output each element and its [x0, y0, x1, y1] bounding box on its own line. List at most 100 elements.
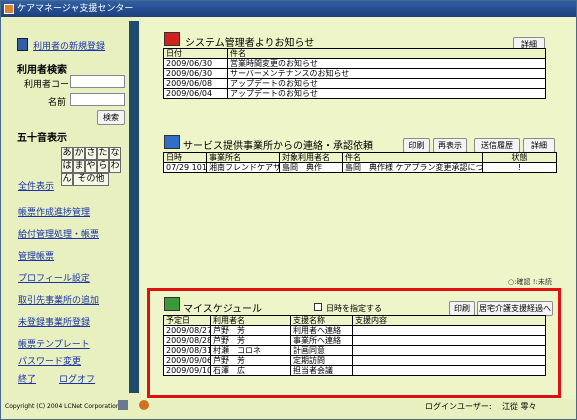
schedule-user: 石澤 広: [210, 365, 291, 376]
name-input[interactable]: [70, 93, 125, 106]
notice-date: 2009/06/30: [163, 68, 228, 79]
kana-button-na[interactable]: な: [109, 147, 121, 160]
schedule-user: 芦野 芳: [210, 325, 291, 336]
column-header: 支援名称: [290, 315, 353, 326]
user-code-input[interactable]: [70, 75, 125, 88]
kana-button-ya[interactable]: や: [85, 160, 97, 173]
register-user-link[interactable]: 利用者の新規登録: [33, 39, 105, 52]
schedule-date: 2009/08/27: [163, 325, 211, 336]
kana-button-sa[interactable]: さ: [85, 147, 97, 160]
clock-icon: [164, 297, 180, 311]
name-label: 名前: [48, 98, 67, 108]
column-header: 日付: [163, 48, 228, 59]
menu-unregistered-office-link[interactable]: 未登録事業所登録: [18, 315, 90, 328]
table-header-row: 日付 件名: [163, 48, 546, 59]
schedule-user: 芦野 芳: [210, 335, 291, 346]
kana-button-ha[interactable]: は: [61, 160, 73, 173]
kana-button-ma[interactable]: ま: [73, 160, 85, 173]
schedule-content: [352, 345, 546, 356]
schedule-date: 2009/09/06: [163, 355, 211, 366]
window-title: ケアマネージャ支援センター: [17, 4, 134, 14]
end-link[interactable]: 終了: [18, 372, 36, 385]
table-row[interactable]: 2009/06/30 サーバーメンテナンスのお知らせ: [163, 68, 546, 79]
kana-button-wa[interactable]: わ: [109, 160, 121, 173]
table-row[interactable]: 2009/09/10 石澤 広 担当者会議: [163, 365, 546, 376]
copyright-text: Copyright (C) 2004 LCNet Corporation: [5, 403, 120, 410]
user-search-heading: 利用者検索: [17, 65, 67, 76]
care-progress-button[interactable]: 居宅介護支援経過へ: [477, 301, 553, 316]
app-window: ケアマネージャ支援センター 利用者の新規登録 利用者検索 利用者コード 名前 検…: [0, 0, 577, 420]
schedule-user: 芦野 芳: [210, 355, 291, 366]
kana-button-a[interactable]: あ: [61, 147, 73, 160]
contacts-detail-button[interactable]: 詳細: [523, 138, 555, 153]
table-header-row: 予定日 利用者名 支援名称 支援内容: [163, 315, 546, 326]
kana-button-n[interactable]: ん: [61, 173, 73, 186]
schedule-print-button[interactable]: 印刷: [449, 301, 475, 316]
kana-button-ra[interactable]: ら: [97, 160, 109, 173]
menu-billing-link[interactable]: 給付管理処理・帳票: [18, 227, 99, 240]
schedule-date: 2009/08/28: [163, 335, 211, 346]
show-all-link[interactable]: 全件表示: [18, 179, 54, 192]
contacts-table: 日時 事業所名 対象利用者名 件名 状態 07/29 1019 湘南フレンドケア…: [163, 152, 557, 173]
notice-date: 2009/06/08: [163, 78, 228, 89]
schedule-support: 担当者会議: [290, 365, 353, 376]
schedule-title: マイスケジュール: [183, 304, 262, 315]
table-row[interactable]: 2009/06/30 営業時間変更のお知らせ: [163, 58, 546, 69]
table-row[interactable]: 2009/08/28 芦野 芳 事業所へ連絡: [163, 335, 546, 346]
kana-heading: 五十音表示: [17, 133, 67, 144]
table-row[interactable]: 2009/09/06 芦野 芳 定期訪問: [163, 355, 546, 366]
search-button[interactable]: 検索: [97, 110, 125, 125]
menu-template-link[interactable]: 帳票テンプレート: [18, 337, 90, 350]
notice-subject: 営業時間変更のお知らせ: [227, 58, 546, 69]
schedule-support: 定期訪問: [290, 355, 353, 366]
notice-date: 2009/06/04: [163, 88, 228, 99]
contacts-refresh-button[interactable]: 再表示: [433, 138, 467, 153]
contact-office: 湘南フレンドケアサ: [206, 162, 280, 173]
column-header: 支援内容: [352, 315, 546, 326]
schedule-content: [352, 335, 546, 346]
notice-icon: [164, 32, 180, 46]
table-row[interactable]: 2009/08/27 芦野 芳 利用者へ連絡: [163, 325, 546, 336]
column-header: 事業所名: [206, 152, 280, 163]
status-icon: [139, 400, 149, 410]
table-row[interactable]: 2009/06/04 アップデートのお知らせ: [163, 88, 546, 99]
table-row[interactable]: 07/29 1019 湘南フレンドケアサ 島岡 典作 島岡 典作様 ケアプラン変…: [163, 162, 557, 173]
date-specify-checkbox[interactable]: [314, 303, 322, 311]
column-header: 予定日: [163, 315, 211, 326]
notice-subject: アップデートのお知らせ: [227, 78, 546, 89]
table-row[interactable]: 2009/06/08 アップデートのお知らせ: [163, 78, 546, 89]
menu-profile-link[interactable]: プロフィール設定: [18, 271, 90, 284]
contact-user: 島岡 典作: [279, 162, 343, 173]
menu-password-link[interactable]: パスワード変更: [18, 354, 81, 367]
status-legend: ○:確認 !:未読: [508, 278, 552, 286]
notices-table: 日付 件名 2009/06/30 営業時間変更のお知らせ 2009/06/30 …: [163, 48, 546, 99]
sidebar-divider: [129, 21, 139, 393]
notice-subject: アップデートのお知らせ: [227, 88, 546, 99]
contact-icon: [164, 135, 180, 149]
app-icon: [4, 4, 14, 14]
contacts-print-button[interactable]: 印刷: [403, 138, 430, 153]
table-header-row: 日時 事業所名 対象利用者名 件名 状態: [163, 152, 557, 163]
contact-subject: 島岡 典作様 ケアプラン変更承認につ: [342, 162, 483, 173]
table-row[interactable]: 2009/08/31 村瀬 コロネ 計画同意: [163, 345, 546, 356]
schedule-support: 計画同意: [290, 345, 353, 356]
login-user-name: 江從 零々: [502, 402, 537, 411]
kana-button-other[interactable]: その他: [73, 173, 109, 186]
title-bar: ケアマネージャ支援センター: [1, 1, 576, 17]
schedule-date: 2009/09/10: [163, 365, 211, 376]
kana-button-ka[interactable]: か: [73, 147, 85, 160]
schedule-user: 村瀬 コロネ: [210, 345, 291, 356]
menu-progress-link[interactable]: 帳票作成進捗管理: [18, 205, 90, 218]
new-user-icon: [17, 38, 28, 51]
contacts-history-button[interactable]: 送信履歴: [474, 138, 520, 153]
column-header: 件名: [227, 48, 546, 59]
kana-button-ta[interactable]: た: [97, 147, 109, 160]
date-specify-label: 日時を指定する: [326, 304, 382, 313]
notice-subject: サーバーメンテナンスのお知らせ: [227, 68, 546, 79]
schedule-support: 利用者へ連絡: [290, 325, 353, 336]
logoff-link[interactable]: ログオフ: [59, 372, 95, 385]
menu-add-partner-link[interactable]: 取引先事業所の追加: [18, 293, 99, 306]
login-user-label: ログインユーザー:: [425, 402, 492, 411]
menu-reports-link[interactable]: 管理帳票: [18, 249, 54, 262]
column-header: 利用者名: [210, 315, 291, 326]
